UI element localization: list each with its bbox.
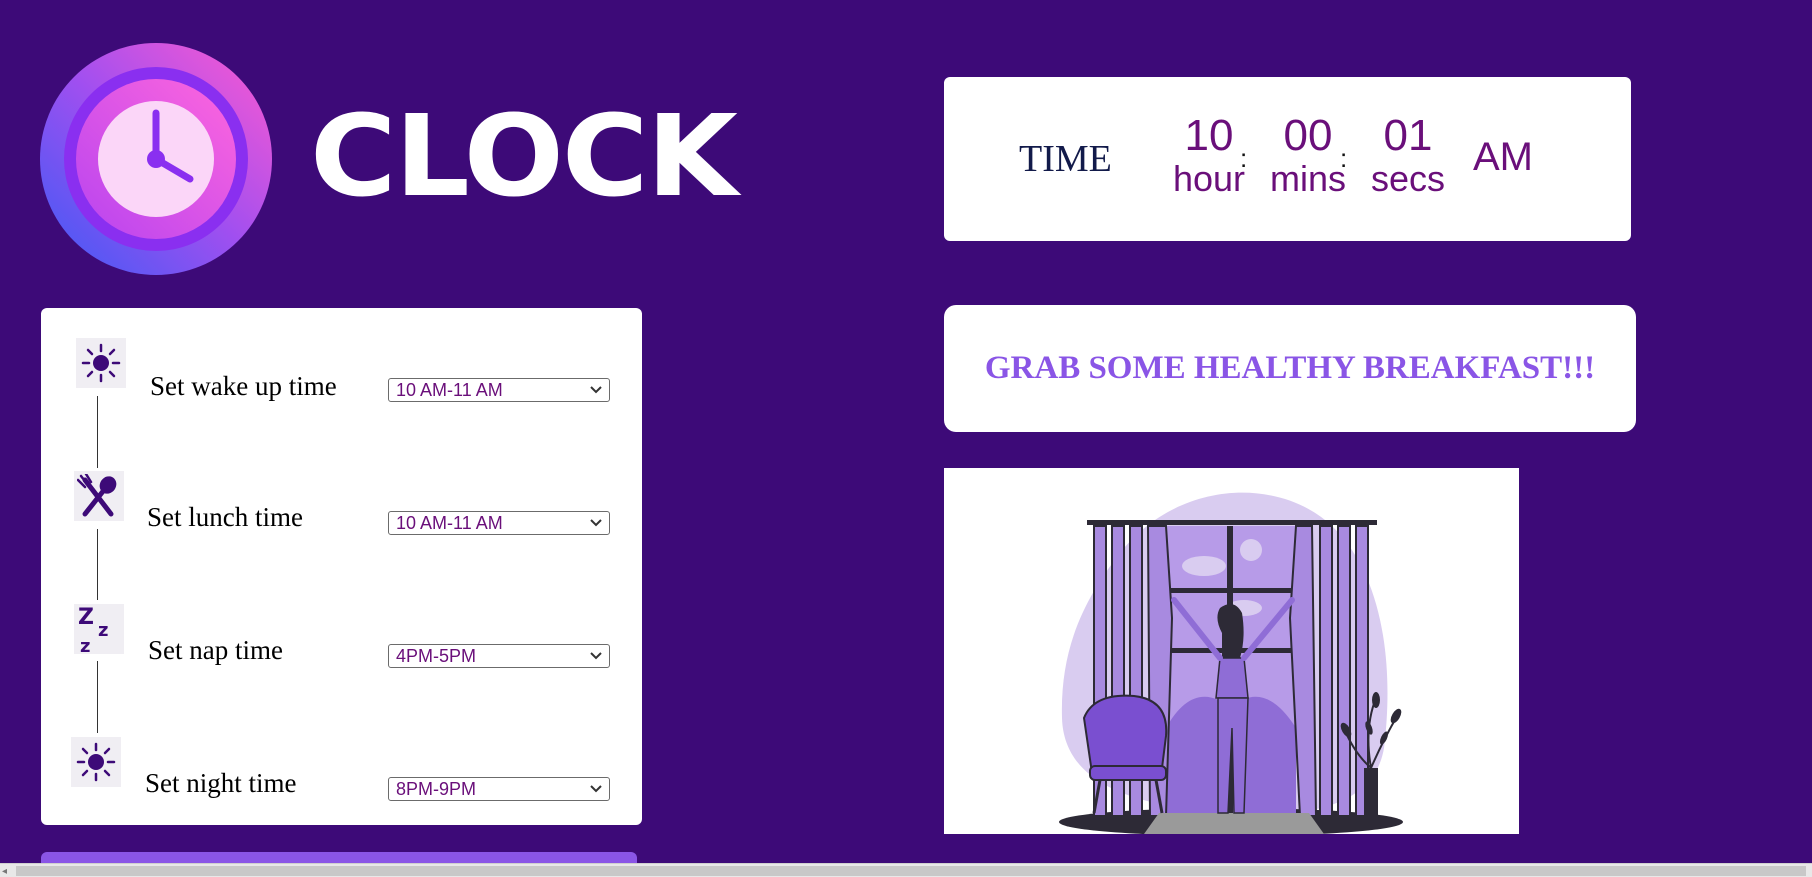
- separator: :: [1340, 143, 1348, 173]
- clock-icon: [40, 43, 272, 275]
- sun-icon: [76, 338, 126, 388]
- illustration-image: [944, 468, 1519, 836]
- nap-time-select[interactable]: 4PM-5PM: [388, 644, 610, 668]
- lunch-time-select[interactable]: 10 AM-11 AM: [388, 511, 610, 535]
- logo: CLOCK: [40, 43, 738, 275]
- lunch-time-value: 10 AM-11 AM: [396, 513, 503, 533]
- wake-time-label: Set wake up time: [150, 371, 337, 401]
- nap-time-value: 4PM-5PM: [396, 646, 477, 666]
- svg-text:z: z: [80, 636, 90, 654]
- night-time-select[interactable]: 8PM-9PM: [388, 777, 610, 801]
- time-label: TIME: [1019, 138, 1112, 180]
- nap-time-label: Set nap time: [148, 635, 283, 665]
- hour-block: 10 hour: [1154, 113, 1264, 199]
- chevron-down-icon: [590, 519, 602, 527]
- schedule-row-nap: Z z z Set nap time 4PM-5PM: [41, 604, 642, 668]
- woman-opening-curtains-illustration: [1059, 492, 1403, 836]
- timeline-line: [97, 529, 98, 600]
- app-title: CLOCK: [310, 90, 738, 222]
- zzz-icon: Z z z: [74, 604, 124, 654]
- secs-value: 01: [1383, 111, 1433, 160]
- schedule-row-night: Set night time 8PM-9PM: [41, 737, 642, 801]
- schedule-panel: Set wake up time 10 AM-11 AM Set lunch t…: [41, 308, 642, 825]
- separator: :: [1240, 143, 1248, 173]
- timeline-line: [97, 661, 98, 733]
- svg-text:z: z: [98, 620, 108, 641]
- ampm-indicator: AM: [1473, 135, 1533, 179]
- secs-block: 01 secs: [1353, 113, 1463, 199]
- lunch-time-label: Set lunch time: [147, 502, 303, 532]
- chevron-down-icon: [590, 652, 602, 660]
- schedule-row-lunch: Set lunch time 10 AM-11 AM: [41, 471, 642, 535]
- wake-time-select[interactable]: 10 AM-11 AM: [388, 378, 610, 402]
- timeline-line: [97, 396, 98, 468]
- page: CLOCK Set wake up time 10 AM-11 AM Set l…: [0, 0, 1812, 877]
- hour-unit: hour: [1172, 158, 1246, 199]
- message-card: GRAB SOME HEALTHY BREAKFAST!!!: [944, 305, 1636, 432]
- night-time-value: 8PM-9PM: [396, 779, 477, 799]
- schedule-row-wake: Set wake up time 10 AM-11 AM: [41, 338, 642, 402]
- svg-text:Z: Z: [78, 605, 94, 630]
- scrollbar-thumb[interactable]: [16, 866, 1806, 876]
- chevron-down-icon: [590, 785, 602, 793]
- hour-value: 10: [1184, 111, 1234, 160]
- fork-spoon-icon: [74, 471, 124, 521]
- time-display: TIME 10 hour : 00 mins : 01 secs AM: [944, 77, 1631, 241]
- secs-unit: secs: [1370, 158, 1446, 199]
- horizontal-scrollbar[interactable]: ◂: [0, 863, 1812, 877]
- sun-icon: [71, 737, 121, 787]
- chevron-down-icon: [590, 386, 602, 394]
- scroll-left-icon[interactable]: ◂: [2, 866, 7, 877]
- night-time-label: Set night time: [145, 768, 297, 798]
- message-text: GRAB SOME HEALTHY BREAKFAST!!!: [984, 350, 1596, 386]
- wake-time-value: 10 AM-11 AM: [396, 380, 503, 400]
